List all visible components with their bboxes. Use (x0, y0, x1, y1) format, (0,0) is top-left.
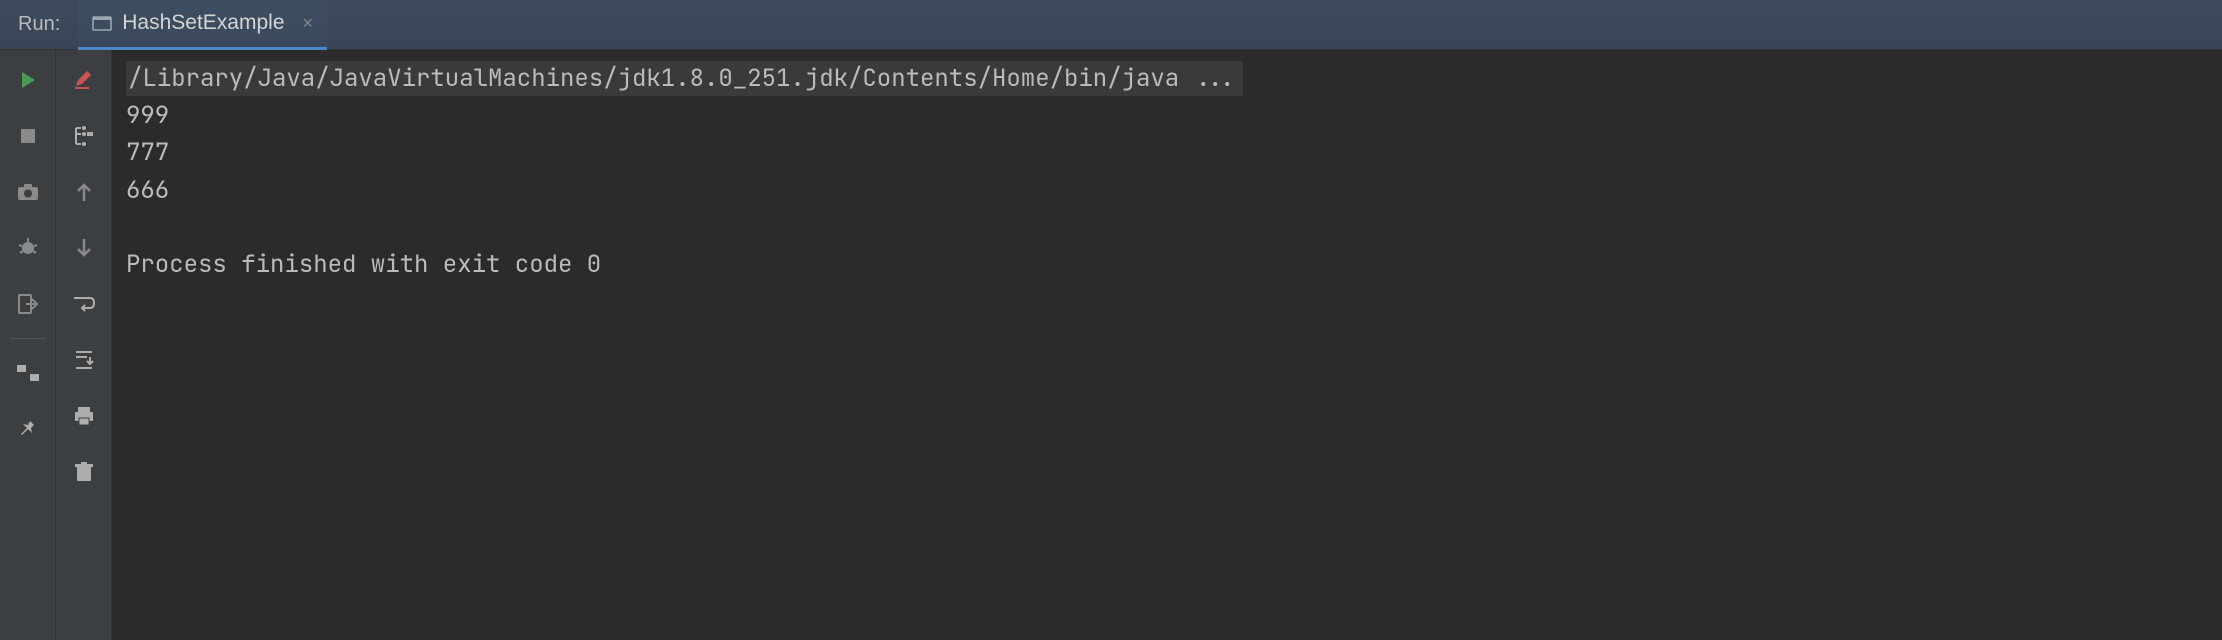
step-tree-icon[interactable] (68, 120, 100, 152)
run-config-icon (92, 13, 112, 33)
layout-icon[interactable] (12, 357, 44, 389)
divider (10, 338, 46, 339)
wrap-icon[interactable] (68, 288, 100, 320)
console-output[interactable]: /Library/Java/JavaVirtualMachines/jdk1.8… (112, 50, 2222, 640)
stop-icon[interactable] (12, 120, 44, 152)
pin-icon[interactable] (12, 413, 44, 445)
debug-icon[interactable] (12, 232, 44, 264)
run-icon[interactable] (12, 64, 44, 96)
command-line: /Library/Java/JavaVirtualMachines/jdk1.8… (126, 61, 1243, 96)
run-label: Run: (0, 13, 78, 36)
tab-title: HashSetExample (122, 11, 284, 35)
arrow-down-icon[interactable] (68, 232, 100, 264)
exit-icon[interactable] (12, 288, 44, 320)
edit-pen-icon[interactable] (68, 64, 100, 96)
blank-line (126, 209, 2222, 246)
close-icon[interactable]: × (303, 13, 314, 34)
arrow-up-icon[interactable] (68, 176, 100, 208)
exit-message: Process finished with exit code 0 (126, 246, 2222, 283)
output-line: 777 (126, 134, 2222, 171)
camera-icon[interactable] (12, 176, 44, 208)
run-panel-header: Run: HashSetExample × (0, 0, 2222, 50)
right-gutter (56, 50, 112, 640)
scroll-end-icon[interactable] (68, 344, 100, 376)
output-line: 999 (126, 97, 2222, 134)
run-tab[interactable]: HashSetExample × (78, 0, 327, 50)
trash-icon[interactable] (68, 456, 100, 488)
output-line: 666 (126, 172, 2222, 209)
print-icon[interactable] (68, 400, 100, 432)
left-gutter (0, 50, 56, 640)
